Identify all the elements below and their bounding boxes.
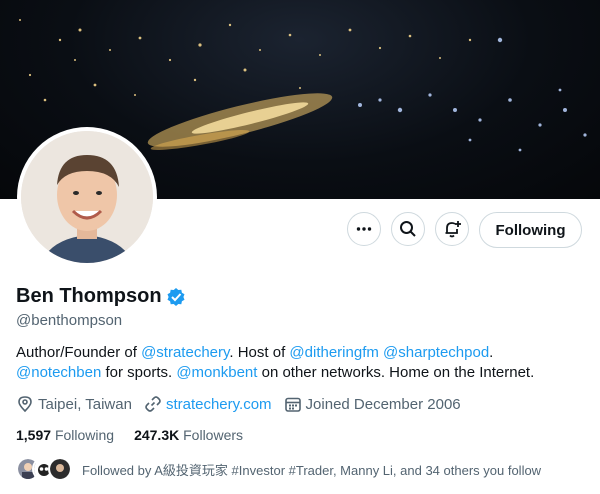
followers-count: 247.3K	[134, 427, 180, 443]
bio-text: . Host of	[229, 344, 290, 361]
link-icon	[145, 396, 161, 412]
profile-bio: Author/Founder of @stratechery. Host of …	[16, 343, 576, 383]
website-item: stratechery.com	[144, 395, 272, 413]
profile-meta: Taipei, Taiwan stratechery.com Joined De…	[16, 395, 473, 413]
location-text: Taipei, Taiwan	[38, 395, 132, 413]
bio-text: .	[489, 344, 494, 361]
location-pin-icon	[18, 396, 32, 413]
website-link[interactable]: stratechery.com	[166, 396, 272, 413]
followed-by-text: Followed by A級投資玩家 #Investor #Trader, Ma…	[82, 462, 542, 478]
profile-name-row: Ben Thompson	[16, 285, 186, 308]
following-count: 1,597	[16, 427, 52, 443]
calendar-icon	[284, 397, 301, 412]
followed-by-avatars	[16, 457, 72, 481]
bio-text: Author/Founder of	[16, 344, 142, 361]
profile-handle: @benthompson	[16, 312, 123, 329]
bell-plus-icon	[445, 221, 461, 238]
joined-item: Joined December 2006	[284, 395, 461, 413]
mention-link[interactable]: @ditheringfm	[289, 344, 378, 361]
following-button[interactable]: Following	[479, 212, 582, 248]
mention-link[interactable]: @stratechery	[141, 344, 229, 361]
followers-label: Followers	[183, 427, 244, 443]
verified-badge-icon[interactable]	[166, 287, 186, 307]
joined-text: Joined December 2006	[305, 395, 461, 413]
followed-by-row[interactable]: Followed by A級投資玩家 #Investor #Trader, Ma…	[16, 457, 541, 481]
followers-stat[interactable]: 247.3K Followers	[134, 427, 243, 443]
follower-avatar	[48, 457, 72, 481]
more-horizontal-icon	[356, 227, 372, 231]
bio-text: on other networks. Home on the Internet.	[257, 364, 535, 381]
following-stat[interactable]: 1,597 Following	[16, 427, 114, 443]
more-button[interactable]	[347, 212, 381, 246]
mention-link[interactable]: @sharptechpod	[383, 344, 489, 361]
mention-link[interactable]: @notechben	[16, 364, 101, 381]
profile-name: Ben Thompson	[16, 285, 162, 307]
mention-link[interactable]: @monkbent	[176, 364, 257, 381]
profile-stats: 1,597 Following 247.3K Followers	[16, 427, 243, 443]
notifications-button[interactable]	[435, 212, 469, 246]
search-button[interactable]	[391, 212, 425, 246]
location-item: Taipei, Taiwan	[16, 395, 132, 413]
search-icon	[400, 221, 416, 237]
following-label: Following	[54, 427, 115, 443]
avatar-image	[21, 131, 153, 263]
bio-text: for sports.	[101, 364, 177, 381]
avatar[interactable]	[21, 131, 153, 263]
